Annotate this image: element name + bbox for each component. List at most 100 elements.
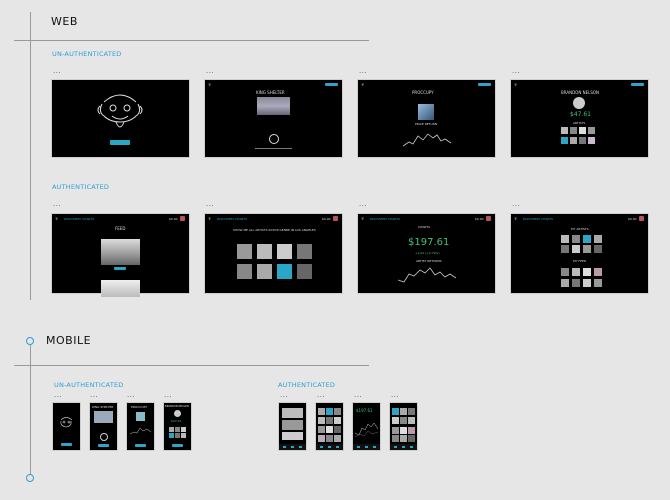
feed-thumb[interactable] xyxy=(400,435,407,442)
nav-charts[interactable]: CHARTS xyxy=(541,217,553,221)
avatar[interactable] xyxy=(333,216,338,221)
feed-thumb[interactable] xyxy=(561,268,569,276)
artist-thumb[interactable] xyxy=(570,127,577,134)
feed-thumb[interactable] xyxy=(400,427,407,434)
more-dots[interactable]: ... xyxy=(127,392,135,399)
feed-thumb[interactable] xyxy=(583,268,591,276)
more-dots[interactable]: ... xyxy=(512,201,520,208)
feed-thumb[interactable] xyxy=(594,268,602,276)
artist-thumb[interactable] xyxy=(169,433,174,438)
artist-tile[interactable] xyxy=(334,435,341,442)
web-charts-screen[interactable]: ❦ DISCOVERY CHARTS $0.00 CHARTS $197.61 … xyxy=(358,214,495,293)
more-dots[interactable]: ... xyxy=(354,392,362,399)
login-button[interactable] xyxy=(61,443,72,446)
web-artist-screen[interactable]: ❦ KING SHELTER xyxy=(205,80,342,157)
artist-thumb[interactable] xyxy=(181,427,186,432)
more-dots[interactable]: ... xyxy=(280,392,288,399)
feed-card-image[interactable] xyxy=(282,432,303,440)
feed-thumb[interactable] xyxy=(594,279,602,287)
more-dots[interactable]: ... xyxy=(317,392,325,399)
artist-thumb[interactable] xyxy=(169,427,174,432)
feed-thumb[interactable] xyxy=(408,435,415,442)
web-occupy-screen[interactable]: ❦ PROCCUPY PRICE RETURN xyxy=(358,80,495,157)
artist-thumb[interactable] xyxy=(181,433,186,438)
artist-thumb[interactable] xyxy=(588,127,595,134)
nav-charts[interactable]: CHARTS xyxy=(235,217,247,221)
artist-thumb[interactable] xyxy=(579,137,586,144)
login-button[interactable] xyxy=(325,83,338,86)
mobile-profile-screen[interactable]: BRANDON NELSON $47.61 xyxy=(164,403,191,450)
more-dots[interactable]: ... xyxy=(53,201,61,208)
artist-thumb[interactable] xyxy=(594,245,602,253)
artist-thumb[interactable] xyxy=(583,235,591,243)
artist-tile[interactable] xyxy=(257,264,272,279)
nav-discovery[interactable]: DISCOVERY xyxy=(217,217,234,221)
artist-tile[interactable] xyxy=(277,264,292,279)
artist-tile[interactable] xyxy=(326,408,333,415)
mobile-artist-screen[interactable]: KING SHELTER xyxy=(90,403,117,450)
artist-thumb[interactable] xyxy=(588,137,595,144)
artist-tile[interactable] xyxy=(326,435,333,442)
artist-tile[interactable] xyxy=(237,244,252,259)
more-dots[interactable]: ... xyxy=(391,392,399,399)
feed-card-image[interactable] xyxy=(282,420,303,430)
tab-icon[interactable] xyxy=(402,446,405,448)
artist-thumb[interactable] xyxy=(408,408,415,415)
artist-tile[interactable] xyxy=(257,244,272,259)
mobile-my-artists-screen[interactable] xyxy=(390,403,417,450)
tab-icon[interactable] xyxy=(336,446,339,448)
nav-discovery[interactable]: DISCOVERY xyxy=(370,217,387,221)
feed-thumb[interactable] xyxy=(561,279,569,287)
login-button[interactable] xyxy=(110,140,130,145)
artist-tile[interactable] xyxy=(318,408,325,415)
mobile-landing-screen[interactable] xyxy=(53,403,80,450)
artist-thumb[interactable] xyxy=(570,137,577,144)
artist-tile[interactable] xyxy=(297,244,312,259)
tab-icon[interactable] xyxy=(291,446,294,448)
artist-thumb[interactable] xyxy=(408,417,415,424)
artist-thumb[interactable] xyxy=(572,245,580,253)
more-dots[interactable]: ... xyxy=(206,68,214,75)
feed-thumb[interactable] xyxy=(408,427,415,434)
avatar[interactable] xyxy=(486,216,491,221)
feed-thumb[interactable] xyxy=(572,279,580,287)
avatar[interactable] xyxy=(639,216,644,221)
artist-tile[interactable] xyxy=(326,426,333,433)
web-my-artists-screen[interactable]: ❦ DISCOVERY CHARTS $0.00 MY ARTISTS MY F… xyxy=(511,214,648,293)
progress-track[interactable] xyxy=(255,148,292,149)
more-dots[interactable]: ... xyxy=(206,201,214,208)
more-dots[interactable]: ... xyxy=(164,392,172,399)
artist-thumb[interactable] xyxy=(572,235,580,243)
nav-discovery[interactable]: DISCOVERY xyxy=(523,217,540,221)
web-profile-screen[interactable]: ❦ BRANDON NELSON $47.61 ARTISTS xyxy=(511,80,648,157)
more-dots[interactable]: ... xyxy=(53,68,61,75)
artist-tile[interactable] xyxy=(277,244,292,259)
feed-thumb[interactable] xyxy=(392,427,399,434)
nav-discovery[interactable]: DISCOVERY xyxy=(64,217,81,221)
feed-card-image[interactable] xyxy=(282,408,303,418)
mobile-occupy-screen[interactable]: PROCCUPY xyxy=(127,403,154,450)
artist-thumb[interactable] xyxy=(561,245,569,253)
tab-icon[interactable] xyxy=(410,446,413,448)
artist-thumb[interactable] xyxy=(561,127,568,134)
web-landing-screen[interactable] xyxy=(52,80,189,157)
tab-icon[interactable] xyxy=(320,446,323,448)
tab-icon[interactable] xyxy=(299,446,302,448)
artist-tile[interactable] xyxy=(334,426,341,433)
login-button[interactable] xyxy=(478,83,491,86)
mobile-feed-screen[interactable] xyxy=(279,403,306,450)
artist-thumb[interactable] xyxy=(175,427,180,432)
login-button[interactable] xyxy=(631,83,644,86)
tab-icon[interactable] xyxy=(283,446,286,448)
feed-card-image[interactable] xyxy=(101,239,140,265)
tab-icon[interactable] xyxy=(365,446,368,448)
artist-thumb[interactable] xyxy=(583,245,591,253)
artist-tile[interactable] xyxy=(318,435,325,442)
feed-thumb[interactable] xyxy=(392,435,399,442)
tab-icon[interactable] xyxy=(328,446,331,448)
feed-thumb[interactable] xyxy=(583,279,591,287)
nav-charts[interactable]: CHARTS xyxy=(388,217,400,221)
artist-thumb[interactable] xyxy=(392,417,399,424)
play-button-icon[interactable] xyxy=(100,433,108,441)
web-discover-screen[interactable]: ❦ DISCOVERY CHARTS $0.00 SHOW ME ALL ART… xyxy=(205,214,342,293)
